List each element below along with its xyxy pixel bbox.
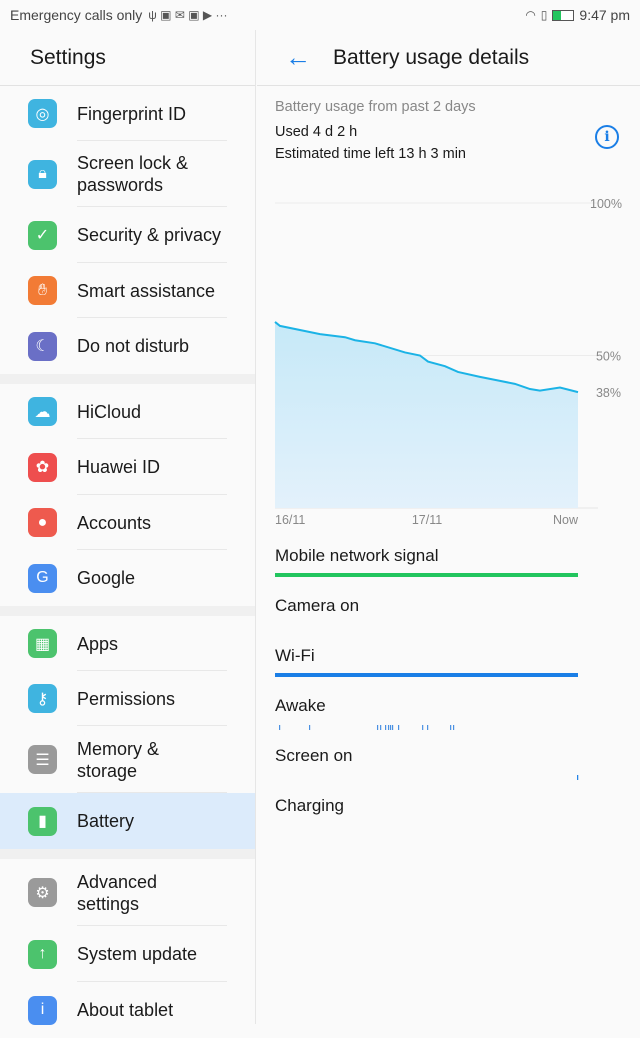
x-tick-now: Now — [553, 513, 579, 527]
sidebar-item-label: Permissions — [77, 688, 176, 709]
google-icon: G — [28, 563, 57, 593]
sidebar-item-memory-storage[interactable]: ☰ Memory & storage — [0, 726, 255, 793]
y-tick-100: 100% — [590, 197, 622, 211]
y-tick-50: 50% — [596, 350, 621, 364]
timeline-tick — [577, 775, 579, 780]
carrier-text: Emergency calls only — [10, 7, 143, 23]
sidebar-item-label: Fingerprint ID — [77, 103, 187, 124]
sidebar-item-google[interactable]: G Google — [0, 550, 255, 606]
sidebar-item-label: Battery — [77, 811, 135, 831]
wifi-icon: ◠ — [525, 8, 536, 22]
sidebar-item-label: Security & privacy — [77, 225, 222, 245]
sidebar-item-do-not-disturb[interactable]: ☾ Do not disturb — [0, 318, 255, 374]
timeline-label-mobile-network-signal: Mobile network signal — [275, 546, 439, 565]
notification-icons: ψ ▣ ✉ ▣ ▶ ··· — [148, 8, 228, 22]
battery-details-pane: ← Battery usage details Battery usage fr… — [257, 30, 640, 1024]
sidebar-item-label: Advanced settings — [77, 871, 158, 914]
sidebar-item-huawei-id[interactable]: ✿ Huawei ID — [0, 439, 255, 495]
sidebar-item-label: Apps — [77, 633, 119, 654]
storage-icon: ☰ — [28, 745, 57, 774]
battery-area — [275, 321, 578, 508]
timeline-label-camera-on: Camera on — [275, 596, 360, 615]
sidebar-item-accounts[interactable]: ● Accounts — [0, 495, 255, 550]
sidebar-item-screen-lock-passwords[interactable]: 🔒︎ Screen lock & passwords — [0, 141, 255, 207]
sidebar-item-hicloud[interactable]: ☁ HiCloud — [0, 384, 255, 439]
sim-alert-icon: ▯ — [540, 8, 548, 22]
account-icon: ● — [28, 508, 57, 537]
sidebar-item-advanced-settings[interactable]: ⚙ Advanced settings — [0, 859, 255, 926]
timeline-tick — [279, 725, 281, 730]
x-tick-17-11: 17/11 — [412, 513, 442, 527]
timeline-bar — [275, 573, 578, 577]
status-bar: Emergency calls only ψ ▣ ✉ ▣ ▶ ··· ◠ ▯ 9… — [0, 0, 640, 30]
cloud-icon: ☁ — [28, 397, 57, 426]
group-divider — [0, 606, 255, 616]
timeline-tick — [376, 725, 379, 730]
gear-icon: ⚙ — [28, 878, 57, 907]
moon-icon: ☾ — [28, 331, 57, 361]
shield-icon: ✓ — [28, 220, 57, 250]
timeline-tick — [397, 725, 400, 730]
apps-icon: ▦ — [28, 629, 57, 658]
info-icon: i — [28, 995, 57, 1025]
current-level-label: 38% — [596, 386, 621, 400]
sidebar-item-label: HiCloud — [77, 401, 142, 422]
timeline-tick — [422, 725, 424, 730]
timeline-label-awake: Awake — [275, 696, 326, 715]
sidebar-item-about-tablet[interactable]: i About tablet — [0, 982, 255, 1038]
timeline-tick — [389, 725, 392, 730]
huawei-icon: ✿ — [28, 452, 57, 482]
timeline-tick — [385, 725, 387, 730]
update-icon: ↑ — [28, 939, 57, 969]
sidebar-item-fingerprint-id[interactable]: ◎ Fingerprint ID — [0, 86, 255, 141]
sidebar-item-system-update[interactable]: ↑ System update — [0, 926, 255, 982]
timeline-label-charging: Charging — [275, 796, 344, 815]
timeline-tick — [308, 725, 311, 730]
group-divider — [0, 374, 255, 384]
sidebar-item-label: Memory & storage — [77, 738, 160, 781]
sidebar-item-smart-assistance[interactable]: ✋︎ Smart assistance — [0, 263, 255, 318]
timeline-tick — [380, 725, 382, 730]
battery-icon: ▮ — [28, 806, 57, 836]
battery-chart: 100% 50% 38% 16/11 17/11 Now — [274, 197, 622, 780]
timeline-label-screen-on: Screen on — [275, 746, 353, 765]
group-divider — [0, 849, 255, 859]
sidebar-item-label: System update — [77, 944, 198, 964]
timeline-tick — [387, 725, 390, 730]
sidebar-item-apps[interactable]: ▦ Apps — [0, 616, 255, 671]
sidebar-item-battery[interactable]: ▮ Battery — [0, 793, 255, 849]
timeline-tick — [427, 725, 429, 730]
lock-icon: 🔒︎ — [28, 159, 57, 189]
timeline-label-wi-fi: Wi-Fi — [275, 646, 315, 665]
key-icon: ⚷ — [28, 684, 57, 713]
sidebar-item-label: Google — [77, 568, 136, 588]
sidebar-item-label: Do not disturb — [77, 336, 190, 356]
clock: 9:47 pm — [579, 7, 630, 23]
sidebar-item-security-privacy[interactable]: ✓ Security & privacy — [0, 207, 255, 263]
sidebar-title: Settings — [0, 30, 255, 86]
timeline-bar — [275, 673, 578, 677]
sidebar-item-label: Accounts — [77, 512, 152, 533]
sidebar-item-label: About tablet — [77, 1000, 174, 1020]
settings-sidebar: Settings ◎ Fingerprint ID 🔒︎ Screen lock & p… — [0, 30, 256, 1038]
fingerprint-icon: ◎ — [28, 99, 57, 128]
sidebar-item-label: Screen lock & passwords — [77, 153, 189, 195]
sidebar-item-label: Huawei ID — [77, 457, 161, 477]
battery-charging-icon — [552, 9, 575, 21]
timeline-tick — [450, 725, 452, 730]
x-tick-16-11: 16/11 — [275, 513, 305, 527]
hand-icon: ✋︎ — [28, 276, 57, 305]
timeline-tick — [452, 725, 455, 730]
timeline-tick — [391, 725, 394, 730]
sidebar-item-permissions[interactable]: ⚷ Permissions — [0, 671, 255, 726]
sidebar-item-label: Smart assistance — [77, 280, 216, 301]
